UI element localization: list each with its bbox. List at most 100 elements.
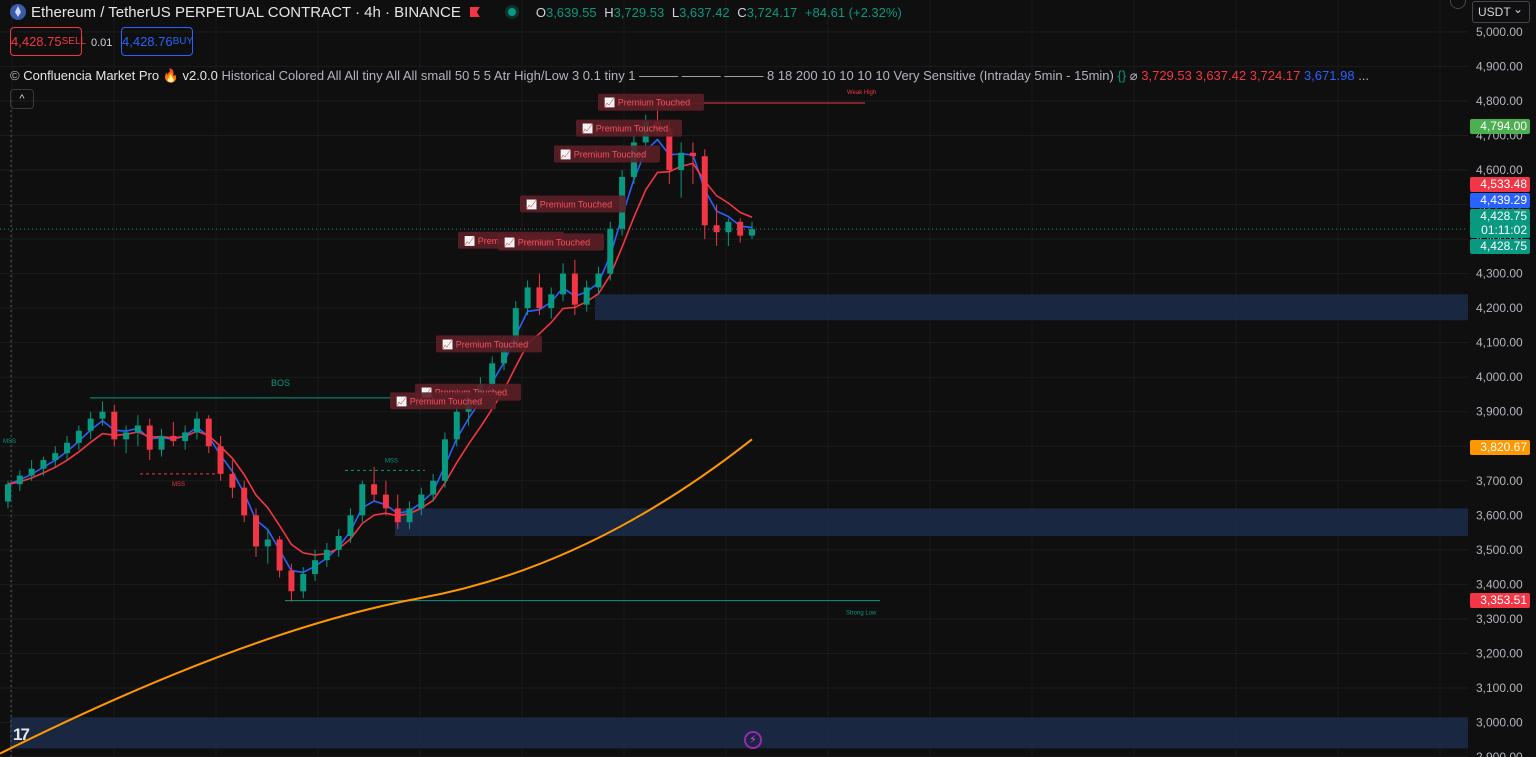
- candle-body: [725, 221, 732, 233]
- candle-body: [312, 560, 319, 574]
- candle-body: [193, 418, 200, 433]
- price-axis-label: 4,300.00: [1476, 267, 1523, 281]
- price-axis-label: 4,200.00: [1476, 301, 1523, 315]
- mss-label: MSS: [172, 482, 185, 488]
- price-change: +84.61 (+2.32%): [804, 4, 902, 20]
- sell-button[interactable]: 4,428.75 SELL: [10, 27, 86, 56]
- premium-label: 📈 Premium Touched: [582, 123, 668, 134]
- more-options-icon[interactable]: ...: [1358, 68, 1369, 83]
- price-axis-label: 4,000.00: [1476, 370, 1523, 384]
- price-tag: 4,533.48: [1470, 177, 1530, 192]
- candle-body: [548, 294, 555, 309]
- price-axis-label: 4,800.00: [1476, 94, 1523, 108]
- price-axis-label: 3,200.00: [1476, 646, 1523, 660]
- candle-body: [335, 536, 342, 550]
- price-axis-label: 3,400.00: [1476, 577, 1523, 591]
- candle-body: [595, 273, 602, 288]
- symbol-title[interactable]: Ethereum / TetherUS PERPETUAL CONTRACT ·…: [31, 4, 461, 21]
- candle-body: [607, 228, 614, 274]
- bos-label: BOS: [271, 378, 290, 388]
- candle-body: [441, 439, 448, 481]
- mss-label: MSS: [3, 439, 16, 445]
- price-axis-label: 4,600.00: [1476, 163, 1523, 177]
- candle-body: [347, 515, 354, 537]
- candle-body: [749, 229, 755, 236]
- tradingview-logo-icon: 17: [13, 725, 30, 744]
- demand-zone: [10, 717, 1468, 749]
- price-axis-label: 3,500.00: [1476, 543, 1523, 557]
- indicator-source-icon: ©: [10, 68, 20, 83]
- candle-body: [406, 508, 413, 523]
- strong-low-label: Strong Low: [846, 611, 877, 617]
- candle-body: [323, 549, 330, 561]
- price-axis-label: 4,900.00: [1476, 59, 1523, 73]
- price-tag: 4,439.29: [1470, 193, 1530, 208]
- price-tag: 3,820.67: [1470, 440, 1530, 455]
- ethereum-logo-icon: [10, 4, 26, 20]
- price-axis-label: 3,600.00: [1476, 508, 1523, 522]
- candle-body: [288, 570, 295, 592]
- price-tag: 4,794.00: [1470, 119, 1530, 134]
- collapse-legend-button[interactable]: ^: [10, 89, 34, 109]
- price-tag: 3,353.51: [1470, 593, 1530, 608]
- candle-body: [16, 475, 23, 485]
- premium-label: 📈 Premium Touched: [504, 237, 590, 248]
- candle-body: [382, 494, 389, 509]
- market-status-icon[interactable]: [507, 8, 516, 16]
- price-axis-label: 5,000.00: [1476, 25, 1523, 39]
- indicator-legend[interactable]: © Confluencia Market Pro 🔥 v2.0.0 Histor…: [10, 68, 1369, 84]
- candle-body: [536, 287, 543, 309]
- candle-body: [253, 515, 259, 547]
- candle-body: [300, 574, 307, 592]
- weak-high-label: Weak High: [847, 90, 876, 96]
- candle-body: [737, 221, 744, 236]
- candle-body: [5, 484, 11, 502]
- candle-body: [571, 273, 578, 305]
- candle-body: [453, 411, 460, 440]
- code-braces-icon[interactable]: {}: [1117, 68, 1126, 83]
- candle-body: [418, 494, 425, 509]
- candle-body: [489, 363, 496, 385]
- candle-body: [678, 152, 685, 171]
- flag-icon[interactable]: [469, 7, 480, 17]
- candle-body: [276, 539, 283, 571]
- candle-body: [430, 480, 437, 495]
- candle-body: [28, 468, 35, 476]
- candle-body: [371, 484, 378, 495]
- candle-body: [40, 460, 47, 469]
- price-axis-label: 3,100.00: [1476, 681, 1523, 695]
- candle-body: [229, 473, 236, 488]
- candle-body: [123, 432, 130, 440]
- price-axis-label: 3,700.00: [1476, 474, 1523, 488]
- candle-body: [146, 425, 153, 450]
- price-tag: 01:11:02: [1470, 223, 1530, 238]
- price-axis-label: 4,100.00: [1476, 336, 1523, 350]
- candle-body: [713, 225, 720, 233]
- lightning-icon[interactable]: ⚡: [744, 731, 762, 749]
- premium-label: 📈 Premium Touched: [560, 148, 646, 159]
- hide-icon[interactable]: ⌀: [1130, 68, 1138, 83]
- price-axis-label: 3,900.00: [1476, 405, 1523, 419]
- price-axis-label: 3,300.00: [1476, 612, 1523, 626]
- candle-body: [205, 418, 212, 447]
- candle-body: [524, 287, 531, 309]
- candle-body: [99, 411, 106, 419]
- candle-body: [170, 435, 177, 442]
- price-tag: 4,428.75: [1470, 209, 1530, 224]
- candle-body: [217, 446, 224, 474]
- symbol-header: Ethereum / TetherUS PERPETUAL CONTRACT ·…: [10, 3, 906, 21]
- candle-body: [75, 430, 82, 443]
- currency-select[interactable]: USDT: [1472, 0, 1530, 23]
- premium-label: 📈 Premium Touched: [442, 338, 528, 349]
- candle-body: [689, 152, 696, 157]
- candle-body: [701, 156, 708, 226]
- candle-body: [134, 425, 141, 433]
- order-quantity[interactable]: 0.01: [91, 37, 112, 49]
- candle-body: [87, 418, 94, 431]
- candle-body: [158, 435, 165, 450]
- candle-body: [394, 508, 401, 523]
- premium-label: 📈 Premium Touched: [526, 199, 612, 210]
- price-chart[interactable]: BOS Weak High Strong Low MSS MSS MSS 📈 Premium…: [0, 0, 1536, 757]
- buy-button[interactable]: 4,428.76 BUY: [121, 27, 193, 56]
- chart-background: [0, 0, 1536, 757]
